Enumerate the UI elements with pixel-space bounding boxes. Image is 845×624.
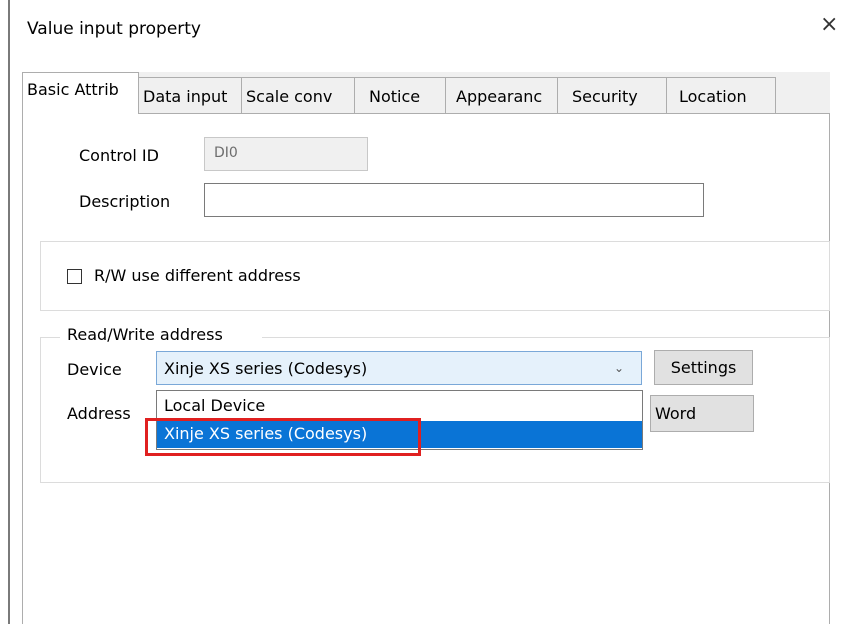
control-id-label: Control ID xyxy=(79,146,159,165)
device-select[interactable]: Xinje XS series (Codesys) xyxy=(156,351,642,385)
address-label: Address xyxy=(67,404,131,423)
word-type-button[interactable]: Word xyxy=(650,395,754,432)
group-border-left xyxy=(40,337,60,338)
tab-security[interactable]: Security xyxy=(557,77,667,114)
tab-data-input[interactable]: Data input xyxy=(138,77,242,114)
close-icon[interactable]: × xyxy=(820,12,838,37)
description-label: Description xyxy=(79,192,171,211)
tab-basic-attributes[interactable]: Basic Attrib xyxy=(22,72,139,114)
rw-address-group-label: Read/Write address xyxy=(65,325,225,344)
rw-different-address-checkbox[interactable] xyxy=(67,269,82,284)
dialog-title: Value input property xyxy=(27,19,201,39)
chevron-down-icon[interactable]: ⌄ xyxy=(614,361,624,375)
annotation-highlight-box xyxy=(145,418,421,456)
settings-button[interactable]: Settings xyxy=(654,350,753,385)
rw-different-address-label[interactable]: R/W use different address xyxy=(94,266,301,285)
control-id-field: DI0 xyxy=(204,137,368,171)
window-left-edge xyxy=(8,0,10,624)
dropdown-option-local-device[interactable]: Local Device xyxy=(157,393,642,420)
device-label: Device xyxy=(67,360,122,379)
group-border-right xyxy=(262,337,830,338)
tab-notice[interactable]: Notice xyxy=(354,77,446,114)
tab-location[interactable]: Location xyxy=(666,77,776,114)
description-input[interactable] xyxy=(204,183,704,217)
tab-scale-conversion[interactable]: Scale conv xyxy=(241,77,355,114)
tab-appearance[interactable]: Appearanc xyxy=(445,77,558,114)
